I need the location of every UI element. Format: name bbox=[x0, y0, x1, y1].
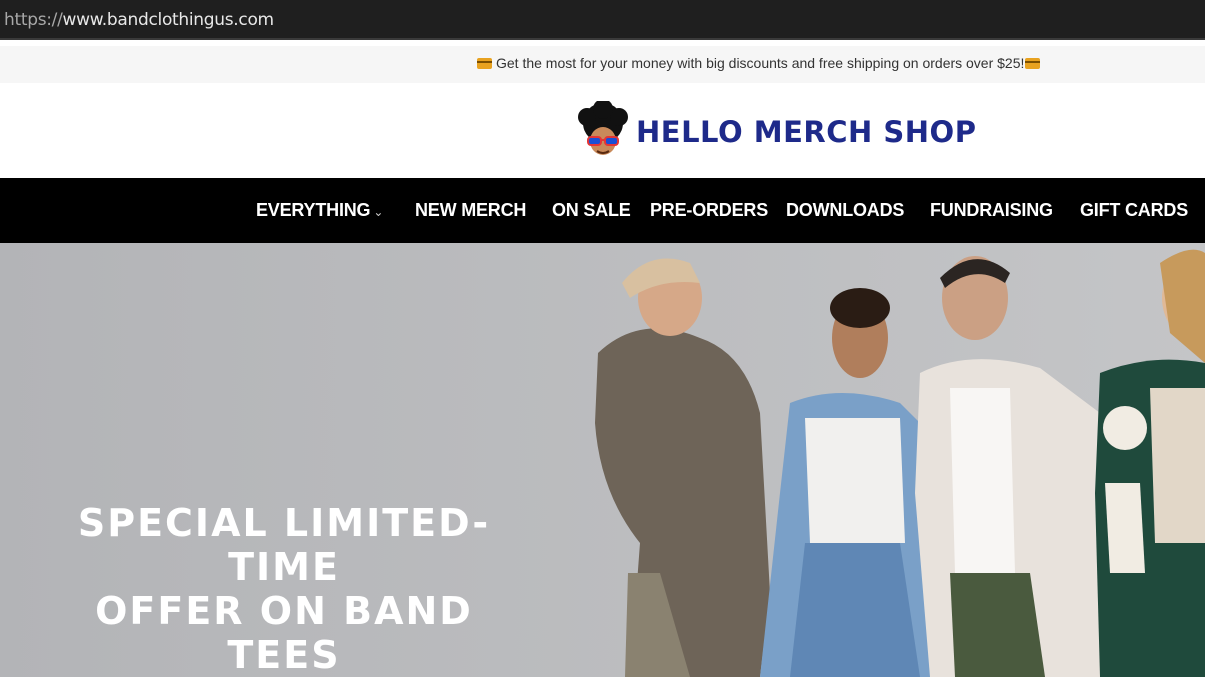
browser-address-bar[interactable]: https://www.bandclothingus.com bbox=[0, 0, 1205, 40]
main-nav: EVERYTHING ⌄ NEW MERCH ON SALE PRE-ORDERS… bbox=[0, 178, 1205, 243]
hero-title-line2: OFFER ON BAND TEES bbox=[95, 589, 473, 677]
chevron-down-icon: ⌄ bbox=[373, 205, 384, 219]
site-logo[interactable]: HELLO MERCH SHOP bbox=[576, 101, 986, 161]
nav-item-downloads[interactable]: DOWNLOADS bbox=[786, 200, 904, 221]
nav-item-new-merch[interactable]: NEW MERCH bbox=[415, 200, 526, 221]
nav-item-gift-cards[interactable]: GIFT CARDS bbox=[1080, 200, 1188, 221]
url-scheme: https:// bbox=[4, 10, 63, 30]
nav-item-on-sale[interactable]: ON SALE bbox=[552, 200, 631, 221]
nav-item-label: EVERYTHING bbox=[256, 200, 371, 220]
nav-item-everything[interactable]: EVERYTHING ⌄ bbox=[256, 200, 383, 221]
hero-title: SPECIAL LIMITED-TIME OFFER ON BAND TEES bbox=[44, 501, 524, 677]
hero-banner[interactable]: SPECIAL LIMITED-TIME OFFER ON BAND TEES bbox=[0, 243, 1205, 677]
logo-text: HELLO MERCH SHOP bbox=[636, 115, 977, 149]
url-field[interactable]: https://www.bandclothingus.com bbox=[4, 10, 274, 30]
nav-item-pre-orders[interactable]: PRE-ORDERS bbox=[650, 200, 768, 221]
credit-card-icon bbox=[1025, 58, 1041, 69]
hero-title-line1: SPECIAL LIMITED-TIME bbox=[77, 501, 491, 589]
site-header: HELLO MERCH SHOP bbox=[0, 83, 1205, 178]
credit-card-icon bbox=[477, 58, 492, 69]
promo-message: Get the most for your money with big dis… bbox=[496, 55, 1025, 71]
afro-sunglasses-mascot-icon bbox=[578, 101, 628, 155]
promo-banner: Get the most for your money with big dis… bbox=[0, 46, 1205, 83]
url-host: www.bandclothingus.com bbox=[62, 10, 275, 30]
nav-item-fundraising[interactable]: FUNDRAISING bbox=[930, 200, 1053, 221]
promo-message-row: Get the most for your money with big dis… bbox=[476, 55, 1044, 71]
